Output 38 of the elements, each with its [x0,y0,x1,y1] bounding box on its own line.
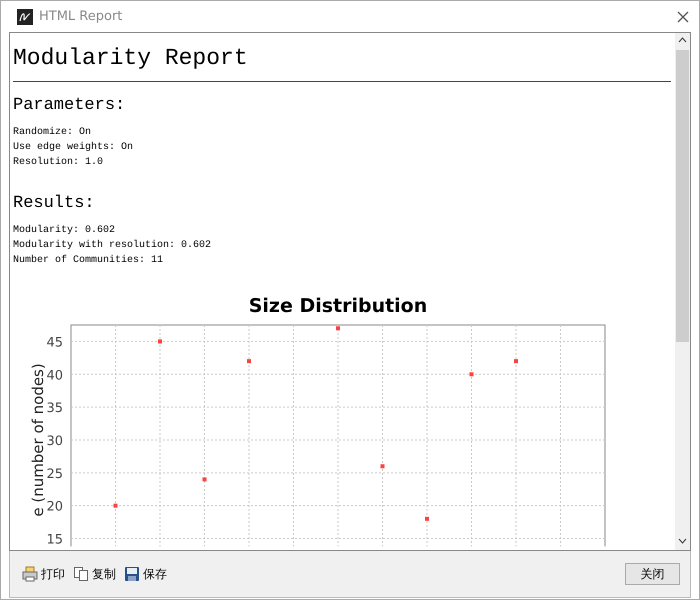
report-line: Resolution: 1.0 [13,156,104,170]
section-heading: Results: [13,194,96,213]
data-point [158,339,162,344]
y-tick-label: 25 [46,466,63,482]
close-button[interactable]: 关闭 [625,563,680,585]
data-point [247,359,251,364]
chart-title: Size Distribution [248,295,428,317]
save-button[interactable]: 保存 [122,564,169,584]
y-axis-label: e (number of nodes) [29,363,47,517]
y-tick-label: 15 [46,532,63,548]
y-tick-label: 35 [46,401,63,416]
report-line: Modularity with resolution: 0.602 [13,238,212,253]
y-tick-label: 30 [46,434,63,449]
data-point [114,504,118,508]
copy-button[interactable]: 复制 [71,564,118,584]
y-tick-label: 40 [46,368,63,384]
printer-icon [22,566,38,582]
floppy-icon [124,566,140,582]
y-tick-label: 20 [46,500,63,515]
section-heading: Parameters: [13,96,126,115]
report-title: Modularity Report [13,44,249,73]
y-tick-label: 45 [46,335,63,350]
report-line: Use edge weights: On [13,140,134,155]
close-icon[interactable] [677,10,689,22]
report-line: Number of Communities: 11 [13,254,164,268]
report-line: Randomize: On [13,126,92,140]
print-button[interactable]: 打印 [20,564,67,584]
app-icon [17,8,33,24]
data-point [202,477,206,482]
data-point [336,326,340,330]
window-title: HTML Report [39,9,124,24]
scrollbar[interactable] [675,33,690,550]
data-point [470,372,474,376]
data-point [425,516,429,521]
data-point [514,359,518,364]
report-line: Modularity: 0.602 [13,224,116,238]
data-point [380,464,384,468]
copy-icon [73,566,89,582]
